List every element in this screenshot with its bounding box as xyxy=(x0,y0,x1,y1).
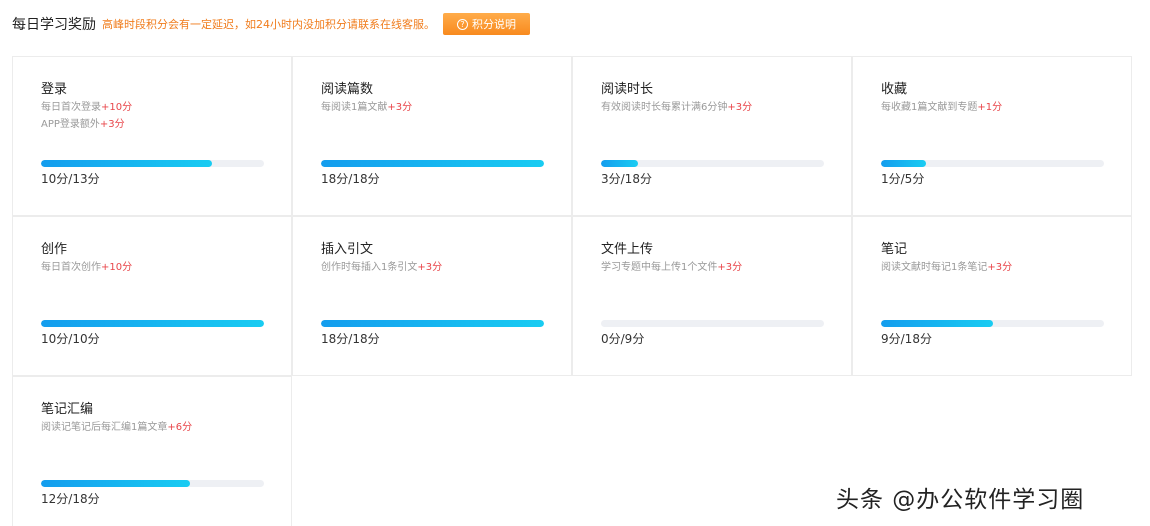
bonus-points: +3分 xyxy=(387,102,413,113)
progress-fill xyxy=(881,320,993,327)
description-line: 阅读记笔记后每汇编1篇文章+6分 xyxy=(41,419,192,436)
task-name: 插入引文 xyxy=(321,242,374,257)
task-name: 阅读篇数 xyxy=(321,82,374,97)
task-score: 18分/18分 xyxy=(321,332,380,346)
task-score: 18分/18分 xyxy=(321,172,380,186)
task-card: 创作每日首次创作+10分 10分/10分 xyxy=(12,216,292,376)
task-score: 3分/18分 xyxy=(601,172,652,186)
progress-bar xyxy=(41,480,264,487)
description-text: 阅读记笔记后每汇编1篇文章 xyxy=(41,422,168,433)
progress-bar xyxy=(321,320,544,327)
description-text: APP登录额外 xyxy=(41,119,100,130)
description-text: 学习专题中每上传1个文件 xyxy=(601,262,718,273)
bonus-points: +3分 xyxy=(987,262,1013,273)
description-text: 阅读文献时每记1条笔记 xyxy=(881,262,988,273)
task-score: 12分/18分 xyxy=(41,492,100,506)
description-text: 每阅读1篇文献 xyxy=(321,102,388,113)
progress-bar xyxy=(41,320,264,327)
progress-bar xyxy=(41,160,264,167)
task-description: 每日首次登录+10分 APP登录额外+3分 xyxy=(41,99,132,133)
progress-fill xyxy=(881,160,926,167)
progress-fill xyxy=(41,480,190,487)
progress-fill xyxy=(41,160,213,167)
task-card: 文件上传学习专题中每上传1个文件+3分 0分/9分 xyxy=(572,216,852,376)
task-card: 登录 每日首次登录+10分 APP登录额外+3分 10分/13分 xyxy=(12,56,292,216)
progress-bar xyxy=(881,160,1104,167)
task-card: 插入引文创作时每插入1条引文+3分 18分/18分 xyxy=(292,216,572,376)
task-grid: 登录 每日首次登录+10分 APP登录额外+3分 10分/13分 阅读篇数 每阅读1篇文献… xyxy=(12,56,1134,526)
description-line: 每阅读1篇文献+3分 xyxy=(321,99,412,116)
bonus-points: +3分 xyxy=(417,262,443,273)
task-score: 10分/10分 xyxy=(41,332,100,346)
progress-fill xyxy=(321,160,544,167)
bonus-points: +10分 xyxy=(101,102,133,113)
task-description: 有效阅读时长每累计满6分钟+3分 xyxy=(601,99,752,116)
description-line: 每日首次登录+10分 xyxy=(41,99,132,116)
description-line: 有效阅读时长每累计满6分钟+3分 xyxy=(601,99,752,116)
task-description: 阅读记笔记后每汇编1篇文章+6分 xyxy=(41,419,192,436)
task-name: 阅读时长 xyxy=(601,82,654,97)
task-score: 10分/13分 xyxy=(41,172,100,186)
bonus-points: +3分 xyxy=(99,119,125,130)
task-name: 收藏 xyxy=(881,82,908,97)
delay-notice: 高峰时段积分会有一定延迟，如24小时内没加积分请联系在线客服。 xyxy=(102,18,435,31)
points-explanation-button[interactable]: ? 积分说明 xyxy=(443,13,530,35)
task-card: 笔记阅读文献时每记1条笔记+3分 9分/18分 xyxy=(852,216,1132,376)
points-explanation-label: 积分说明 xyxy=(472,18,516,31)
bonus-points: +10分 xyxy=(101,262,133,273)
progress-bar xyxy=(881,320,1104,327)
progress-fill xyxy=(321,320,544,327)
task-card: 阅读篇数每阅读1篇文献+3分 18分/18分 xyxy=(292,56,572,216)
task-name: 文件上传 xyxy=(601,242,654,257)
task-score: 1分/5分 xyxy=(881,172,925,186)
description-text: 每日首次登录 xyxy=(41,102,101,113)
bonus-points: +6分 xyxy=(167,422,193,433)
description-line: 每收藏1篇文献到专题+1分 xyxy=(881,99,1002,116)
task-description: 创作时每插入1条引文+3分 xyxy=(321,259,442,276)
page-header: 每日学习奖励 高峰时段积分会有一定延迟，如24小时内没加积分请联系在线客服。 ?… xyxy=(12,13,530,35)
task-card: 笔记汇编阅读记笔记后每汇编1篇文章+6分 12分/18分 xyxy=(12,376,292,526)
progress-fill xyxy=(601,160,639,167)
description-line: 阅读文献时每记1条笔记+3分 xyxy=(881,259,1012,276)
task-score: 0分/9分 xyxy=(601,332,645,346)
description-line: 每日首次创作+10分 xyxy=(41,259,132,276)
task-description: 阅读文献时每记1条笔记+3分 xyxy=(881,259,1012,276)
task-name: 笔记汇编 xyxy=(41,402,94,417)
task-description: 每收藏1篇文献到专题+1分 xyxy=(881,99,1002,116)
question-circle-icon: ? xyxy=(457,18,468,30)
page-title: 每日学习奖励 xyxy=(12,17,96,33)
progress-bar xyxy=(321,160,544,167)
task-description: 学习专题中每上传1个文件+3分 xyxy=(601,259,742,276)
task-name: 创作 xyxy=(41,242,68,257)
task-description: 每日首次创作+10分 xyxy=(41,259,132,276)
task-name: 登录 xyxy=(41,82,68,97)
bonus-points: +3分 xyxy=(727,102,753,113)
task-score: 9分/18分 xyxy=(881,332,932,346)
description-line: 学习专题中每上传1个文件+3分 xyxy=(601,259,742,276)
task-name: 笔记 xyxy=(881,242,908,257)
bonus-points: +1分 xyxy=(977,102,1003,113)
progress-bar xyxy=(601,320,824,327)
task-card: 收藏每收藏1篇文献到专题+1分 1分/5分 xyxy=(852,56,1132,216)
description-line: APP登录额外+3分 xyxy=(41,116,132,133)
task-description: 每阅读1篇文献+3分 xyxy=(321,99,412,116)
progress-bar xyxy=(601,160,824,167)
description-text: 每日首次创作 xyxy=(41,262,101,273)
watermark: 头条 @办公软件学习圈 xyxy=(836,487,1085,513)
description-text: 每收藏1篇文献到专题 xyxy=(881,102,978,113)
bonus-points: +3分 xyxy=(717,262,743,273)
description-line: 创作时每插入1条引文+3分 xyxy=(321,259,442,276)
description-text: 有效阅读时长每累计满6分钟 xyxy=(601,102,728,113)
description-text: 创作时每插入1条引文 xyxy=(321,262,418,273)
progress-fill xyxy=(41,320,264,327)
task-card: 阅读时长有效阅读时长每累计满6分钟+3分 3分/18分 xyxy=(572,56,852,216)
